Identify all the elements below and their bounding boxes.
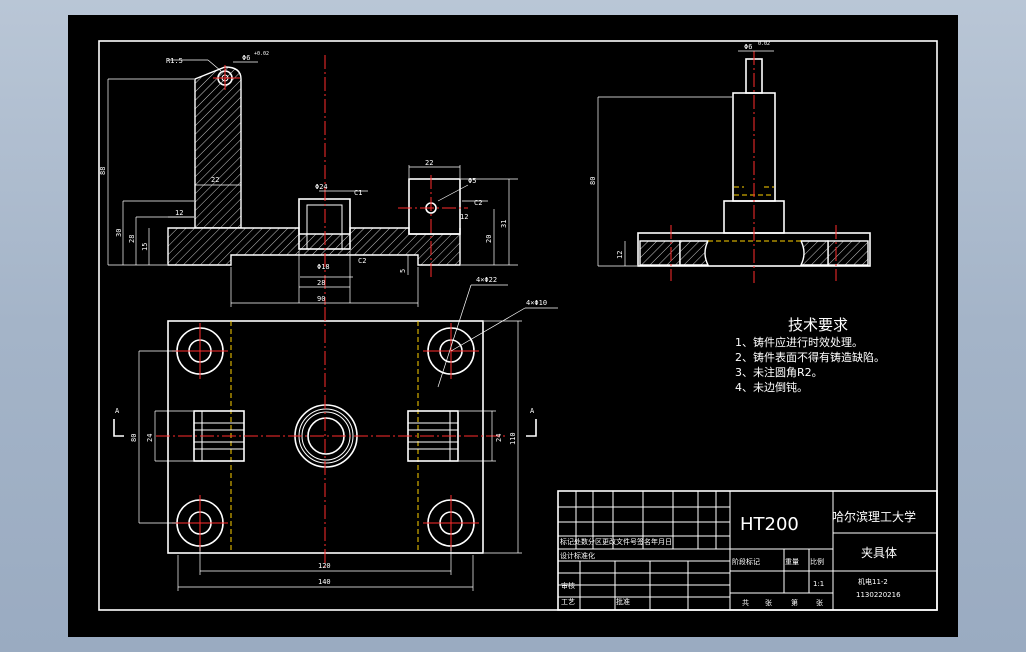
dim-w80: 80	[130, 434, 138, 442]
title-block: HT200 哈尔滨理工大学 夹具体 1:1 机电11-2 1130220216 …	[557, 490, 938, 611]
tb-sheets-total: 共	[742, 598, 749, 607]
dim-block-22: 22	[425, 159, 433, 167]
dim-holes-10: 4×Φ10	[526, 299, 547, 307]
dim-w24b: 24	[495, 434, 503, 442]
dim-boss-dia: Φ24	[315, 183, 328, 191]
tb-stage-label: 阶段标记	[732, 557, 760, 566]
tb-design-row: 设计标准化	[560, 551, 595, 560]
dim-30: 30	[115, 229, 123, 237]
tb-scale: 1:1	[813, 580, 824, 588]
section-marker-right	[526, 419, 537, 437]
dim-20: 20	[485, 235, 493, 243]
tech-item-3: 3、未注圆角R2。	[735, 365, 823, 379]
tb-scale-label: 比例	[810, 557, 824, 566]
dim-31: 31	[500, 220, 508, 228]
dim-5: 5	[399, 269, 407, 273]
tech-item-4: 4、未边倒钝。	[735, 380, 808, 394]
dim-pin-dia: Φ6	[744, 43, 752, 51]
side-hatch-inner-left	[679, 240, 710, 266]
leader-22	[437, 284, 472, 388]
dim-22: 22	[211, 176, 219, 184]
dim-w120: 120	[318, 562, 331, 570]
dim-bore-dia: Φ18	[317, 263, 330, 271]
section-a-right: A	[530, 407, 535, 415]
dim-w24: 24	[146, 434, 154, 442]
front-view: R1.5 Φ6 +0.02 88 30 28 15 22 12 Φ24 C1 Φ…	[99, 51, 518, 307]
dim-c2a: C2	[358, 257, 366, 265]
side-view: Φ6 0.02 80 12	[589, 41, 871, 283]
dim-12-side: 12	[616, 251, 624, 259]
tb-process-label: 工艺	[561, 598, 575, 606]
tb-sheet-no: 第	[791, 598, 798, 607]
tb-sheet-unit: 张	[816, 598, 823, 607]
tb-sheets-unit: 张	[765, 598, 772, 607]
leader-phi5	[437, 184, 469, 202]
side-hatch-inner-right	[799, 240, 829, 266]
tb-student-id: 1130220216	[856, 591, 901, 599]
top-view: A A 4×Φ22 4×Φ10 80 24 24 110 120 140	[113, 276, 558, 591]
side-base-hatch-left	[639, 240, 681, 266]
dim-c2b: C2	[474, 199, 482, 207]
dim-r-top: R1.5	[166, 57, 183, 65]
tb-weight-label: 重量	[785, 558, 799, 566]
dim-pin-tol: 0.02	[758, 41, 770, 47]
dim-w140: 140	[318, 578, 331, 586]
tb-university: 哈尔滨理工大学	[832, 509, 916, 524]
tb-row-header: 标记处数分区更改文件号签名年月日	[560, 537, 672, 546]
cad-viewport[interactable]: R1.5 Φ6 +0.02 88 30 28 15 22 12 Φ24 C1 Φ…	[68, 15, 958, 637]
dim-15: 15	[141, 243, 149, 251]
section-a-left: A	[115, 407, 120, 415]
drawing-canvas: R1.5 Φ6 +0.02 88 30 28 15 22 12 Φ24 C1 Φ…	[98, 40, 938, 611]
front-upright	[194, 66, 242, 229]
front-small-block	[408, 178, 461, 235]
dim-88: 88	[99, 167, 107, 175]
section-marker-left	[113, 419, 124, 437]
dim-phi5: Φ5	[468, 177, 476, 185]
dim-hole-top: Φ6	[242, 54, 250, 62]
tb-review-label: 审核	[561, 581, 575, 590]
dim-holes-22: 4×Φ22	[476, 276, 497, 284]
tech-requirements: 技术要求 1、铸件应进行时效处理。 2、铸件表面不得有铸造缺陷。 3、未注圆角R…	[735, 316, 885, 394]
dim-80: 80	[589, 177, 597, 185]
tb-left-grid	[558, 491, 730, 610]
tech-item-1: 1、铸件应进行时效处理。	[735, 335, 863, 349]
side-base-hatch-right	[827, 240, 869, 266]
dim-c1: C1	[354, 189, 362, 197]
dim-90: 90	[317, 295, 325, 303]
dim-28-bottom: 28	[317, 279, 325, 287]
tb-class: 机电11-2	[858, 577, 888, 586]
dim-w110: 110	[509, 432, 517, 445]
tb-approve-label: 批准	[616, 597, 630, 606]
dim-hole-top-tol: +0.02	[254, 51, 269, 57]
leader-r15-tip	[207, 59, 222, 72]
dim-12: 12	[175, 209, 183, 217]
leader-10	[450, 307, 526, 352]
dim-28: 28	[128, 235, 136, 243]
tech-item-2: 2、铸件表面不得有铸造缺陷。	[735, 350, 885, 364]
tb-material: HT200	[740, 514, 799, 535]
dim-12b: 12	[460, 213, 468, 221]
top-center-boss	[294, 404, 358, 468]
tech-title: 技术要求	[788, 316, 848, 334]
tb-part-name: 夹具体	[861, 546, 897, 560]
